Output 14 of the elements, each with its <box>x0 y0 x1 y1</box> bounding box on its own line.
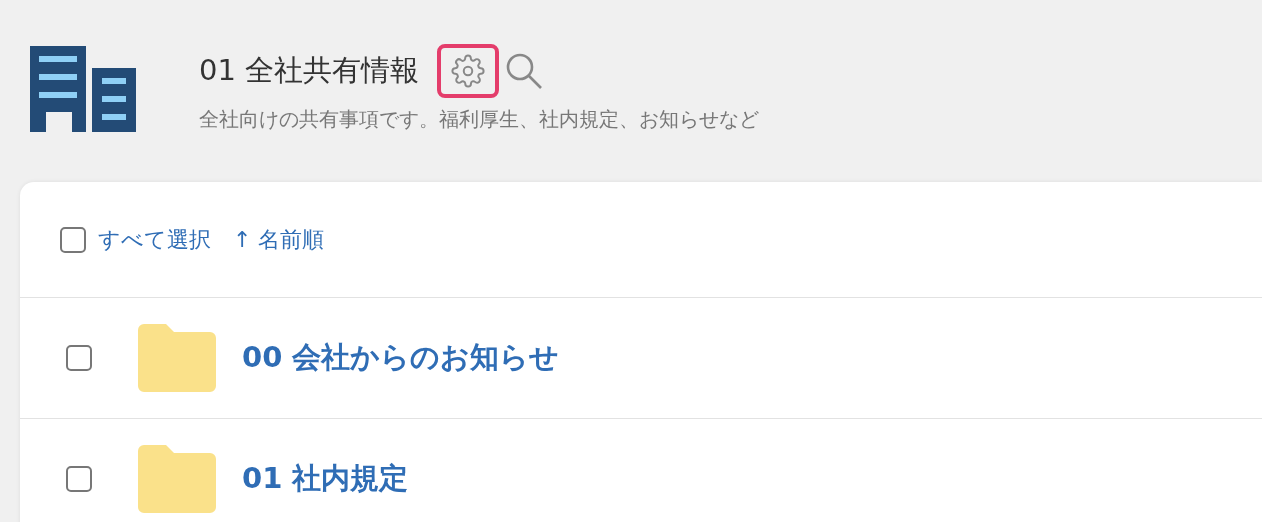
folder-icon <box>138 324 216 392</box>
building-icon <box>30 46 136 132</box>
folder-icon <box>138 445 216 513</box>
folder-link[interactable]: 00 会社からのお知らせ <box>242 338 560 378</box>
checkbox[interactable] <box>66 466 92 492</box>
checkbox[interactable] <box>60 226 86 253</box>
settings-button[interactable] <box>437 44 500 98</box>
settings-icon <box>451 54 486 88</box>
folder-title: 01 全社共有情報 <box>199 52 420 89</box>
sort-link[interactable]: ↑ 名前順 <box>233 224 325 255</box>
folder-link[interactable]: 01 社内規定 <box>242 459 409 499</box>
folder-description: 全社向けの共有事項です。福利厚生、社内規定、お知らせなど <box>199 106 759 133</box>
select-all-link[interactable]: すべて選択 <box>98 224 211 255</box>
checkbox[interactable] <box>66 345 92 371</box>
